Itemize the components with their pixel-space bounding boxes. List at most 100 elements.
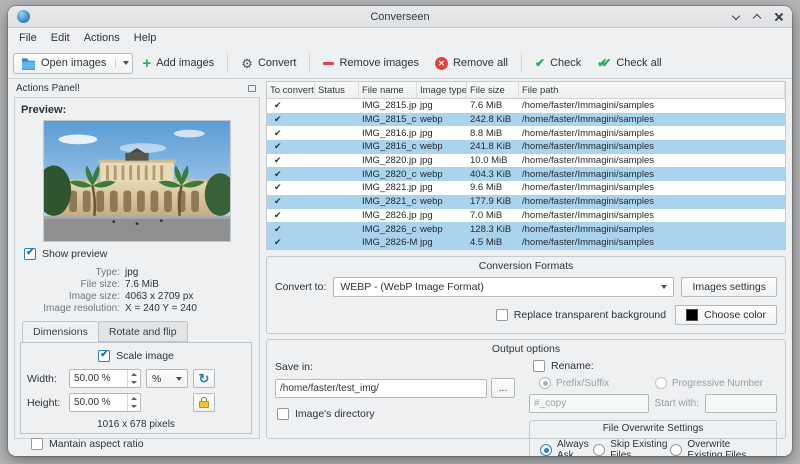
column-status[interactable]: Status bbox=[315, 82, 359, 98]
show-preview-checkbox[interactable]: Show preview bbox=[24, 247, 254, 260]
remove-images-label: Remove images bbox=[339, 57, 419, 69]
row-convert-cell[interactable]: ✔ bbox=[267, 128, 315, 139]
column-file-size[interactable]: File size bbox=[467, 82, 519, 98]
reset-dimensions-button[interactable]: ↻ bbox=[193, 369, 215, 388]
titlebar[interactable]: Converseen bbox=[8, 6, 792, 28]
row-convert-cell[interactable]: ✔ bbox=[267, 155, 315, 166]
prefix-suffix-radio[interactable] bbox=[539, 377, 551, 389]
save-path-input[interactable] bbox=[275, 378, 487, 398]
replace-transparent-checkbox[interactable]: Replace transparent background bbox=[495, 309, 666, 321]
tab-dimensions[interactable]: Dimensions bbox=[22, 321, 99, 342]
column-file-name[interactable]: File name bbox=[359, 82, 417, 98]
lock-icon bbox=[199, 397, 209, 408]
rename-pattern-input[interactable] bbox=[529, 394, 649, 413]
row-file-name: IMG_2820.jpg bbox=[362, 155, 417, 167]
open-images-button[interactable]: Open images bbox=[13, 52, 134, 74]
double-check-icon: ✔✔ bbox=[597, 56, 611, 70]
check-icon: ✔ bbox=[274, 114, 282, 125]
row-file-name: IMG_2821.jpg bbox=[362, 182, 417, 194]
format-combobox[interactable]: WEBP - (WebP Image Format) bbox=[333, 277, 675, 297]
images-settings-button[interactable]: Images settings bbox=[681, 277, 777, 297]
column-file-path[interactable]: File path bbox=[519, 82, 785, 98]
app-window: Converseen File Edit Actions Help Open i… bbox=[8, 6, 792, 456]
close-icon[interactable] bbox=[774, 12, 783, 21]
table-row[interactable]: ✔ IMG_2826.jpg jpg 7.0 MiB /home/faster/… bbox=[267, 209, 785, 223]
add-images-label: Add images bbox=[156, 57, 215, 69]
choose-color-button[interactable]: Choose color bbox=[675, 305, 777, 325]
table-row[interactable]: ✔ IMG_2815.jpg jpg 7.6 MiB /home/faster/… bbox=[267, 99, 785, 113]
width-value: 50.00 % bbox=[74, 373, 111, 384]
row-convert-cell[interactable]: ✔ bbox=[267, 196, 315, 207]
images-directory-checkbox[interactable]: Image's directory bbox=[277, 408, 515, 420]
chevron-down-icon bbox=[661, 285, 668, 289]
checkbox-icon bbox=[24, 247, 36, 260]
table-row[interactable]: ✔ IMG_2820_co... webp 404.3 KiB /home/fa… bbox=[267, 167, 785, 182]
info-filesize-value: 7.6 MiB bbox=[125, 279, 159, 290]
tab-rotate-flip[interactable]: Rotate and flip bbox=[97, 321, 188, 342]
menu-help[interactable]: Help bbox=[127, 30, 164, 46]
table-row[interactable]: ✔ IMG_2816_co... webp 241.8 KiB /home/fa… bbox=[267, 140, 785, 154]
convert-to-label: Convert to: bbox=[275, 281, 327, 293]
spin-arrows[interactable] bbox=[127, 394, 140, 411]
height-value: 50.00 % bbox=[74, 397, 111, 408]
row-convert-cell[interactable]: ✔ bbox=[267, 224, 315, 235]
info-type-label: Type: bbox=[95, 267, 120, 278]
check-icon: ✔ bbox=[274, 127, 282, 138]
table-row[interactable]: ✔ IMG_2820.jpg jpg 10.0 MiB /home/faster… bbox=[267, 154, 785, 168]
info-type-value: jpg bbox=[125, 267, 139, 278]
row-file-name: IMG_2816.jpg bbox=[362, 127, 417, 139]
menubar: File Edit Actions Help bbox=[8, 28, 792, 48]
preview-label: Preview: bbox=[21, 104, 67, 116]
lock-ratio-button[interactable] bbox=[193, 393, 215, 412]
start-with-input[interactable] bbox=[705, 394, 777, 413]
row-convert-cell[interactable]: ✔ bbox=[267, 100, 315, 111]
scale-image-checkbox[interactable]: Scale image bbox=[27, 349, 245, 362]
actions-panel-header[interactable]: Actions Panel! bbox=[14, 80, 260, 97]
row-file-path: /home/faster/Immagini/samples bbox=[522, 127, 654, 139]
table-row[interactable]: ✔ IMG_2821_co... webp 177.9 KiB /home/fa… bbox=[267, 194, 785, 209]
row-file-path: /home/faster/Immagini/samples bbox=[522, 223, 654, 235]
save-in-label: Save in: bbox=[275, 361, 313, 373]
menu-actions[interactable]: Actions bbox=[77, 30, 127, 46]
convert-button[interactable]: ⚙ Convert bbox=[234, 53, 303, 74]
table-row[interactable]: ✔ IMG_2816.jpg jpg 8.8 MiB /home/faster/… bbox=[267, 126, 785, 140]
add-images-button[interactable]: + Add images bbox=[135, 53, 221, 73]
check-button[interactable]: ✔ Check bbox=[528, 53, 588, 73]
row-convert-cell[interactable]: ✔ bbox=[267, 114, 315, 125]
row-convert-cell[interactable]: ✔ bbox=[267, 141, 315, 152]
checkbox-icon bbox=[31, 438, 43, 450]
minimize-icon[interactable] bbox=[732, 12, 741, 21]
row-convert-cell[interactable]: ✔ bbox=[267, 210, 315, 221]
menu-file[interactable]: File bbox=[12, 30, 44, 46]
toolbar: Open images + Add images ⚙ Convert Remov… bbox=[8, 48, 792, 79]
width-spinbox[interactable]: 50.00 % bbox=[69, 369, 141, 388]
row-image-type: jpg bbox=[420, 100, 433, 112]
browse-button[interactable]: ... bbox=[491, 378, 515, 398]
remove-all-button[interactable]: ✕ Remove all bbox=[428, 53, 515, 74]
table-row[interactable]: ✔ IMG_2826-M... jpg 4.5 MiB /home/faster… bbox=[267, 235, 785, 249]
rename-checkbox[interactable]: Rename: bbox=[533, 360, 777, 372]
check-icon: ✔ bbox=[274, 155, 282, 166]
column-to-convert[interactable]: To convert bbox=[267, 82, 315, 98]
column-image-type[interactable]: Image type bbox=[417, 82, 467, 98]
table-row[interactable]: ✔ IMG_2821.jpg jpg 9.6 MiB /home/faster/… bbox=[267, 181, 785, 195]
row-file-path: /home/faster/Immagini/samples bbox=[522, 155, 654, 167]
open-images-menu-arrow-icon[interactable] bbox=[123, 61, 130, 65]
float-panel-icon[interactable] bbox=[248, 85, 256, 92]
maximize-icon[interactable] bbox=[753, 12, 762, 21]
menu-edit[interactable]: Edit bbox=[44, 30, 77, 46]
folder-icon bbox=[22, 57, 35, 70]
row-convert-cell[interactable]: ✔ bbox=[267, 169, 315, 180]
spin-arrows[interactable] bbox=[127, 370, 140, 387]
unit-combobox[interactable]: % bbox=[146, 369, 188, 388]
table-row[interactable]: ✔ IMG_2815_co... webp 242.8 KiB /home/fa… bbox=[267, 112, 785, 127]
table-row[interactable]: ✔ IMG_2826_co... webp 128.3 KiB /home/fa… bbox=[267, 222, 785, 236]
row-file-size: 7.0 MiB bbox=[470, 209, 503, 221]
row-convert-cell[interactable]: ✔ bbox=[267, 237, 315, 248]
remove-images-button[interactable]: Remove images bbox=[316, 53, 425, 73]
progressive-number-radio[interactable] bbox=[654, 377, 667, 389]
check-all-button[interactable]: ✔✔ Check all bbox=[590, 53, 668, 73]
row-convert-cell[interactable]: ✔ bbox=[267, 182, 315, 193]
row-image-type: jpg bbox=[420, 155, 433, 167]
height-spinbox[interactable]: 50.00 % bbox=[69, 393, 141, 412]
